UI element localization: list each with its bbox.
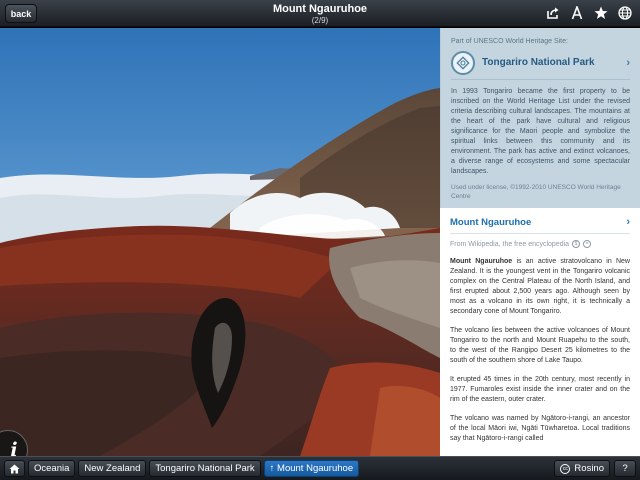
wikipedia-paragraph: It erupted 45 times in the 20th century,… [450,376,630,403]
wikipedia-paragraph: The volcano was named by Ngātoro-i-rangi… [450,415,630,442]
author-name: Rosino [574,463,604,474]
back-button[interactable]: back [5,4,37,23]
volcano-photo[interactable]: i [0,28,440,456]
page-title: Mount Ngauruhoe [272,3,368,15]
breadcrumb-new-zealand[interactable]: New Zealand [78,460,147,477]
home-button[interactable] [4,460,25,477]
globe-icon[interactable] [617,5,632,20]
info-panel: Part of UNESCO World Heritage Site: Tong… [440,28,640,456]
creative-commons-icon: $ [572,240,581,248]
wikipedia-title: Mount Ngauruhoe [450,216,532,228]
wikipedia-source-label: From Wikipedia, the free encyclopedia [450,240,570,248]
help-button[interactable]: ? [614,460,636,477]
home-icon [9,464,20,473]
unesco-credit: Used under license, ©1992-2010 UNESCO Wo… [451,184,621,200]
breadcrumb-mount-ngauruhoe[interactable]: ↑ Mount Ngauruhoe [263,460,360,477]
top-bar: back Mount Ngauruhoe (2/9) [0,0,640,27]
unesco-site-link[interactable]: Tongariro National Park › [451,50,630,80]
chevron-right-icon: › [626,216,630,228]
breadcrumb-bar: Oceania New Zealand Tongariro National P… [0,456,640,480]
wikipedia-source: From Wikipedia, the free encyclopedia $ … [450,240,630,248]
wikipedia-paragraph: Mount Ngauruhoe is an active stratovolca… [450,257,630,317]
creative-commons-icon: cc [560,463,571,474]
unesco-site-name: Tongariro National Park [482,57,595,68]
favorite-star-icon[interactable] [593,5,608,20]
wikipedia-paragraph-text: is an active stratovolcano in New Zealan… [450,258,630,315]
info-icon: i [10,439,18,456]
wikipedia-paragraph-bold: Mount Ngauruhoe [450,258,513,265]
unesco-logo-icon [451,50,475,75]
unesco-part-of-label: Part of UNESCO World Heritage Site: [451,38,568,45]
author-credit-button[interactable]: cc Rosino [554,460,610,477]
chevron-right-icon: › [626,56,630,69]
breadcrumb-oceania[interactable]: Oceania [28,460,76,477]
title-area: Mount Ngauruhoe (2/9) [180,3,460,25]
font-size-icon[interactable] [569,5,584,20]
wikipedia-title-link[interactable]: Mount Ngauruhoe › [450,216,630,234]
toolbar-icons [545,5,632,20]
unesco-section: Part of UNESCO World Heritage Site: Tong… [440,28,640,208]
page-counter: (2/9) [311,16,329,25]
wikipedia-paragraph: The volcano lies between the active volc… [450,327,630,364]
wikipedia-section: Mount Ngauruhoe › From Wikipedia, the fr… [440,208,640,456]
creative-commons-icon: = [583,240,592,248]
unesco-description: In 1993 Tongariro became the first prope… [451,88,630,175]
share-icon[interactable] [545,5,560,20]
bottom-right-buttons: cc Rosino ? [554,460,636,477]
breadcrumb-tongariro[interactable]: Tongariro National Park [149,460,261,477]
